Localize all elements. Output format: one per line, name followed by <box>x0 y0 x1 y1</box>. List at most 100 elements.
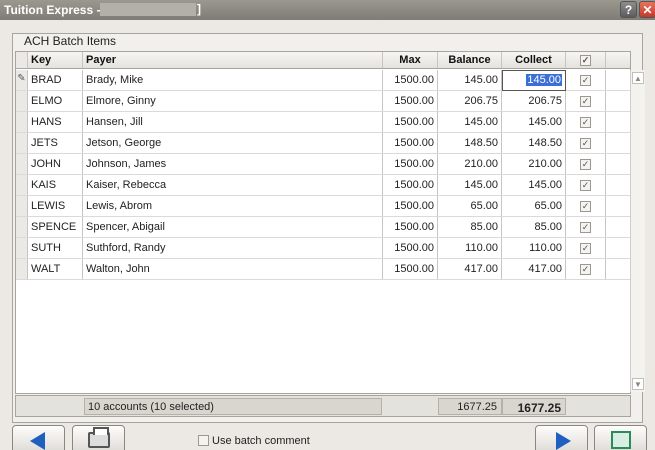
header-payer[interactable]: Payer <box>83 52 383 68</box>
row-select-checkbox[interactable]: ✓ <box>580 75 591 86</box>
collect-selected-value[interactable]: 145.00 <box>526 74 562 86</box>
table-row[interactable]: LEWIS Lewis, Abrom 1500.00 65.00 65.00 ✓ <box>16 196 630 217</box>
scroll-down-icon[interactable]: ▼ <box>632 378 644 390</box>
table-row[interactable]: JOHN Johnson, James 1500.00 210.00 210.00 ✓ <box>16 154 630 175</box>
row-collect[interactable]: 145.00 <box>502 112 566 132</box>
help-button[interactable]: ? <box>620 1 637 18</box>
row-collect[interactable]: 206.75 <box>502 91 566 111</box>
row-payer: Hansen, Jill <box>83 112 383 132</box>
row-selector[interactable] <box>16 112 28 132</box>
row-selector[interactable] <box>16 133 28 153</box>
batch-items-grid[interactable]: Key Payer Max Balance Collect ✓ ✎ BRAD Bra… <box>15 51 645 394</box>
row-select-cell[interactable]: ✓ <box>566 70 606 90</box>
batch-comment-label: Use batch comment <box>212 435 310 447</box>
row-select-checkbox[interactable]: ✓ <box>580 243 591 254</box>
row-collect[interactable]: 85.00 <box>502 217 566 237</box>
row-key: HANS <box>28 112 83 132</box>
row-select-cell[interactable]: ✓ <box>566 217 606 237</box>
row-max: 1500.00 <box>383 175 438 195</box>
row-selector[interactable] <box>16 217 28 237</box>
print-button[interactable] <box>72 425 125 450</box>
table-row[interactable]: SUTH Suthford, Randy 1500.00 110.00 110.00 ✓ <box>16 238 630 259</box>
row-select-checkbox[interactable]: ✓ <box>580 222 591 233</box>
row-filler <box>606 70 630 90</box>
header-select-all[interactable]: ✓ <box>566 52 606 68</box>
row-selector[interactable] <box>16 196 28 216</box>
row-select-checkbox[interactable]: ✓ <box>580 201 591 212</box>
batch-comment-checkbox[interactable] <box>198 435 209 446</box>
row-balance: 85.00 <box>438 217 502 237</box>
row-filler <box>606 259 630 279</box>
row-key: SPENCE <box>28 217 83 237</box>
row-balance: 206.75 <box>438 91 502 111</box>
row-max: 1500.00 <box>383 91 438 111</box>
table-row[interactable]: ELMO Elmore, Ginny 1500.00 206.75 206.75 ✓ <box>16 91 630 112</box>
row-selector[interactable] <box>16 175 28 195</box>
row-select-cell[interactable]: ✓ <box>566 196 606 216</box>
table-row[interactable]: WALT Walton, John 1500.00 417.00 417.00 ✓ <box>16 259 630 280</box>
row-key: JETS <box>28 133 83 153</box>
row-key: WALT <box>28 259 83 279</box>
table-row[interactable]: KAIS Kaiser, Rebecca 1500.00 145.00 145.00 ✓ <box>16 175 630 196</box>
row-selector[interactable] <box>16 154 28 174</box>
row-collect[interactable]: 65.00 <box>502 196 566 216</box>
close-button[interactable]: ✕ <box>639 1 655 18</box>
row-payer: Brady, Mike <box>83 70 383 90</box>
row-collect[interactable]: 145.00 <box>502 175 566 195</box>
row-select-checkbox[interactable]: ✓ <box>580 180 591 191</box>
summary-bar: 10 accounts (10 selected) 1677.25 1677.2… <box>15 395 631 417</box>
row-key: JOHN <box>28 154 83 174</box>
row-select-cell[interactable]: ✓ <box>566 154 606 174</box>
header-max[interactable]: Max <box>383 52 438 68</box>
scroll-up-icon[interactable]: ▲ <box>632 72 644 84</box>
row-select-cell[interactable]: ✓ <box>566 133 606 153</box>
row-collect[interactable]: 417.00 <box>502 259 566 279</box>
row-filler <box>606 217 630 237</box>
arrow-left-icon <box>30 432 45 450</box>
row-collect[interactable]: 110.00 <box>502 238 566 258</box>
row-select-checkbox[interactable]: ✓ <box>580 138 591 149</box>
row-max: 1500.00 <box>383 196 438 216</box>
row-filler <box>606 238 630 258</box>
row-max: 1500.00 <box>383 217 438 237</box>
next-button[interactable] <box>535 425 588 450</box>
arrow-right-icon <box>556 432 571 450</box>
accounts-summary: 10 accounts (10 selected) <box>84 398 382 415</box>
row-select-cell[interactable]: ✓ <box>566 91 606 111</box>
redacted-title-text <box>100 3 196 16</box>
row-selector[interactable] <box>16 91 28 111</box>
collect-total: 1677.25 <box>502 398 566 415</box>
header-collect[interactable]: Collect <box>502 52 566 68</box>
row-select-checkbox[interactable]: ✓ <box>580 264 591 275</box>
row-select-cell[interactable]: ✓ <box>566 259 606 279</box>
row-balance: 148.50 <box>438 133 502 153</box>
row-collect[interactable]: 148.50 <box>502 133 566 153</box>
row-payer: Elmore, Ginny <box>83 91 383 111</box>
row-selector[interactable] <box>16 238 28 258</box>
finish-button[interactable] <box>594 425 647 450</box>
select-all-checkbox[interactable]: ✓ <box>580 55 591 66</box>
row-selector[interactable] <box>16 259 28 279</box>
pencil-icon[interactable]: ✎ <box>16 70 28 90</box>
header-key[interactable]: Key <box>28 52 83 68</box>
row-filler <box>606 196 630 216</box>
table-row[interactable]: SPENCE Spencer, Abigail 1500.00 85.00 85.00 ✓ <box>16 217 630 238</box>
row-select-checkbox[interactable]: ✓ <box>580 159 591 170</box>
row-select-cell[interactable]: ✓ <box>566 238 606 258</box>
row-select-checkbox[interactable]: ✓ <box>580 96 591 107</box>
previous-button[interactable] <box>12 425 65 450</box>
row-collect[interactable]: 210.00 <box>502 154 566 174</box>
row-select-cell[interactable]: ✓ <box>566 112 606 132</box>
collect-edit-field[interactable]: 145.00 <box>502 70 566 91</box>
batch-comment-option[interactable]: Use batch comment <box>198 435 310 447</box>
row-payer: Johnson, James <box>83 154 383 174</box>
header-balance[interactable]: Balance <box>438 52 502 68</box>
title-bar: Tuition Express - ] ? ✕ <box>0 0 655 20</box>
row-select-checkbox[interactable]: ✓ <box>580 117 591 128</box>
table-row[interactable]: HANS Hansen, Jill 1500.00 145.00 145.00 ✓ <box>16 112 630 133</box>
table-row[interactable]: ✎ BRAD Brady, Mike 1500.00 145.00 145.00 ✓ <box>16 70 630 91</box>
table-row[interactable]: JETS Jetson, George 1500.00 148.50 148.50 ✓ <box>16 133 630 154</box>
row-balance: 210.00 <box>438 154 502 174</box>
vertical-scrollbar[interactable]: ▲ ▼ <box>630 70 645 392</box>
row-select-cell[interactable]: ✓ <box>566 175 606 195</box>
